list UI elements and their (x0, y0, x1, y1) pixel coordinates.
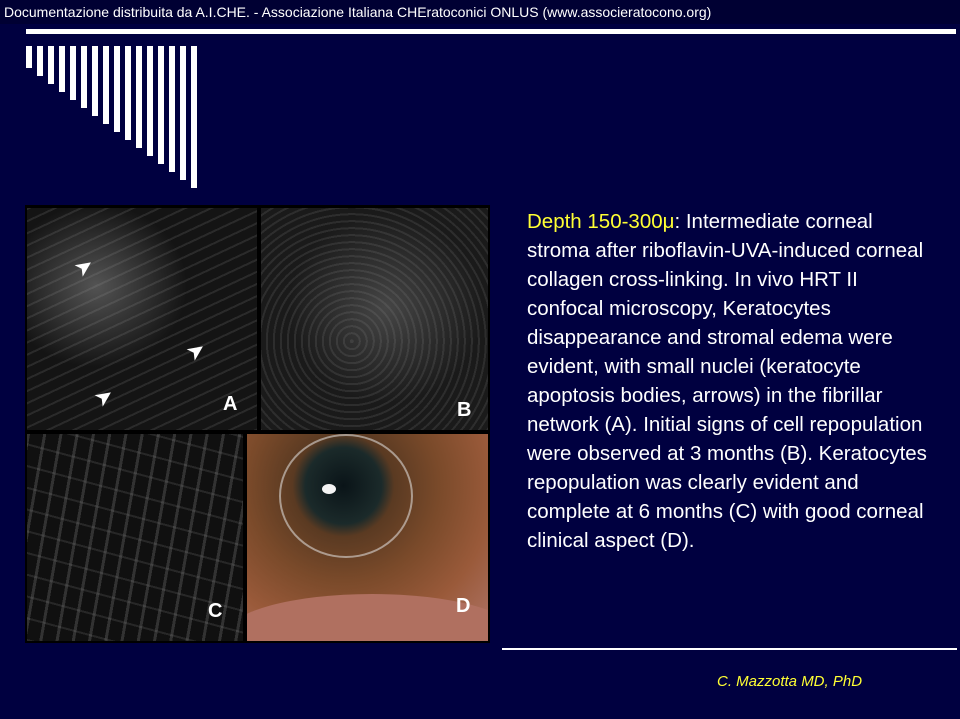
panel-b-confocal-image: B (261, 208, 488, 430)
decorative-bar (103, 46, 109, 124)
bottom-rule (502, 648, 957, 650)
cornea-ring (279, 434, 413, 558)
eyelid (247, 594, 488, 641)
cornea-glint (322, 484, 336, 494)
arrow-icon: ➤ (89, 381, 119, 413)
decorative-bar (81, 46, 87, 108)
decorative-bar (125, 46, 131, 140)
decorative-bar (169, 46, 175, 172)
arrow-icon: ➤ (69, 251, 99, 283)
decorative-bar (48, 46, 54, 84)
panel-letter-a: A (223, 393, 238, 415)
depth-highlight: Depth 150-300μ (527, 210, 675, 233)
figure-composite: ➤ ➤ ➤ A B C D (25, 205, 490, 643)
panel-letter-d: D (456, 595, 471, 617)
description-body: : Intermediate corneal stroma after ribo… (527, 210, 927, 552)
panel-letter-c: C (208, 600, 223, 622)
decorative-bar (114, 46, 120, 132)
top-rule (26, 29, 956, 34)
author-credit: C. Mazzotta MD, PhD (717, 673, 863, 690)
panel-letter-b: B (457, 399, 472, 421)
decorative-bar (191, 46, 197, 188)
decorative-bar (136, 46, 142, 148)
panel-a-confocal-image: ➤ ➤ ➤ A (27, 208, 257, 430)
decorative-bar (92, 46, 98, 116)
decorative-bar (59, 46, 65, 92)
arrow-icon: ➤ (181, 335, 211, 367)
decorative-bar (26, 46, 32, 68)
decorative-bar (180, 46, 186, 180)
decorative-bar (158, 46, 164, 164)
panel-d-eye-photo: D (247, 434, 488, 641)
header-text: Documentazione distribuita da A.I.CHE. -… (4, 4, 712, 20)
description-text: Depth 150-300μ: Intermediate corneal str… (527, 207, 937, 555)
decorative-bar (37, 46, 43, 76)
decorative-bar (147, 46, 153, 156)
panel-c-confocal-image: C (27, 434, 243, 641)
decorative-bar (70, 46, 76, 100)
header-bar: Documentazione distribuita da A.I.CHE. -… (0, 0, 960, 24)
